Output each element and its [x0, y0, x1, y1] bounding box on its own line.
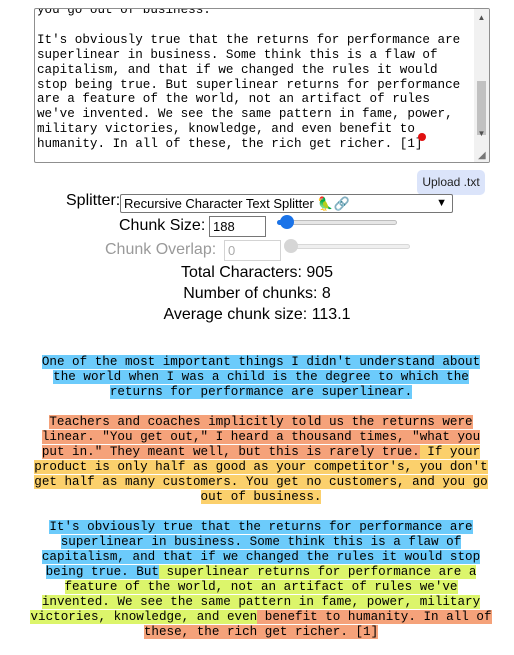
chunk-overlap-slider-thumb [284, 239, 298, 253]
chunk-paragraph: It's obviously true that the returns for… [30, 520, 492, 640]
chunk-overlap-slider [286, 244, 410, 249]
chunk-2: Teachers and coaches implicitly told us … [41, 415, 481, 459]
chunk-size-slider-thumb[interactable] [280, 215, 294, 229]
cursor-dot-icon [418, 133, 426, 141]
textarea-line-1: you go out of business. [37, 8, 211, 17]
splitter-label: Splitter: [66, 192, 121, 209]
resize-grip-icon[interactable]: ◢ [478, 151, 488, 161]
textarea-scrollbar[interactable]: ▲ ▼ [474, 9, 489, 162]
chunk-paragraph: Teachers and coaches implicitly told us … [30, 415, 492, 505]
total-characters-text: Total Characters: 905 [180, 264, 334, 281]
splitter-selected-value: Recursive Character Text Splitter 🦜🔗 [124, 196, 350, 211]
scroll-up-icon[interactable]: ▲ [474, 11, 489, 25]
chunk-overlap-input: 0 [224, 240, 281, 261]
upload-txt-button[interactable]: Upload .txt [417, 170, 485, 195]
chunk-size-label: Chunk Size: [119, 217, 206, 234]
textarea-line-3: It's obviously true that the returns for… [37, 32, 468, 152]
splitter-select[interactable]: Recursive Character Text Splitter 🦜🔗 ▼ [120, 194, 453, 213]
chunk-overlap-label: Chunk Overlap: [105, 241, 217, 258]
average-chunk-size-text: Average chunk size: 113.1 [163, 306, 351, 323]
chunk-size-input[interactable]: 188 [209, 216, 266, 237]
number-of-chunks-text: Number of chunks: 8 [183, 285, 331, 302]
scroll-down-icon[interactable]: ▼ [474, 127, 489, 141]
chunk-paragraph: One of the most important things I didn'… [30, 355, 492, 400]
chunk-size-slider[interactable] [277, 220, 397, 225]
textarea-text: you go out of business. It's obviously t… [37, 8, 473, 152]
chevron-down-icon: ▼ [436, 197, 447, 209]
chunk-visualization: One of the most important things I didn'… [30, 355, 492, 655]
chunk-1: One of the most important things I didn'… [41, 355, 481, 399]
